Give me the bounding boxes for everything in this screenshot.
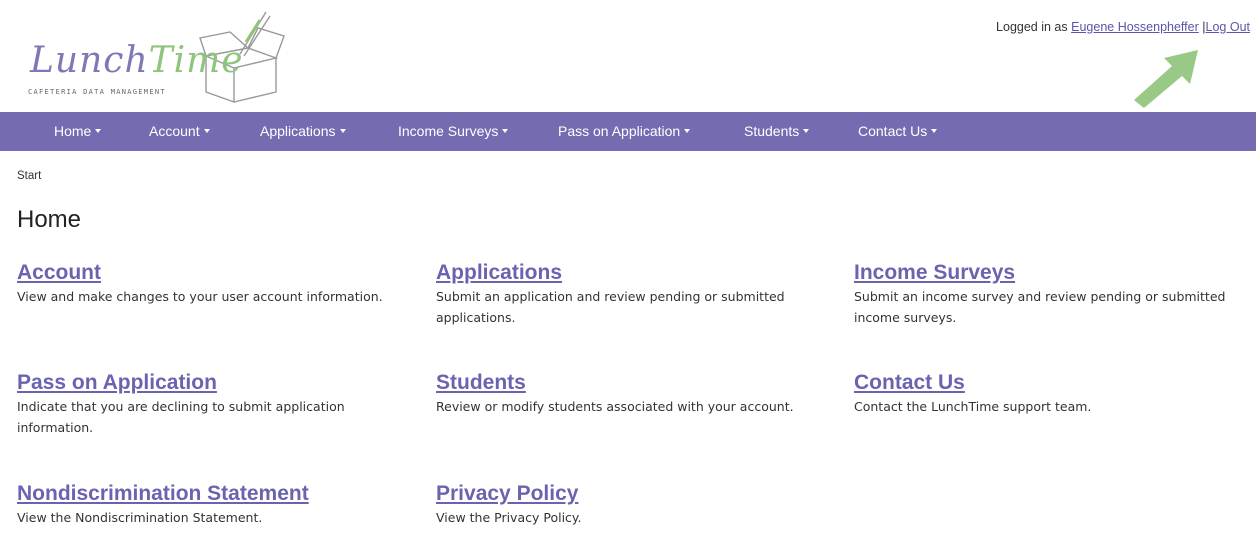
section-contact-us-link[interactable]: Contact Us: [854, 371, 1254, 395]
section-pass-on-application-link[interactable]: Pass on Application: [17, 371, 417, 395]
nav-applications[interactable]: Applications: [260, 112, 346, 151]
login-prefix: Logged in as: [996, 20, 1068, 34]
nav-students[interactable]: Students: [744, 112, 810, 151]
section-students-description: Review or modify students associated wit…: [436, 399, 794, 414]
page-title: Home: [17, 206, 82, 233]
lunchtime-logo[interactable]: LunchTime Cafeteria Data Management: [10, 6, 290, 106]
logo-name-part2: Time: [148, 40, 244, 81]
section-applications-link[interactable]: Applications: [436, 261, 836, 285]
section-account-description: View and make changes to your user accou…: [17, 289, 383, 304]
user-profile-link[interactable]: Eugene Hossenpheffer: [1071, 20, 1199, 34]
section-nondiscrimination-statement-description: View the Nondiscrimination Statement.: [17, 510, 263, 525]
logo-tagline: Cafeteria Data Management: [28, 88, 166, 96]
nav-home[interactable]: Home: [54, 112, 102, 151]
caret-down-icon: [803, 129, 810, 134]
nav-account-label: Account: [149, 123, 200, 139]
section-applications: Applications Submit an application and r…: [436, 261, 836, 328]
nav-account[interactable]: Account: [149, 112, 210, 151]
main-navbar: Home Account Applications Income Surveys…: [0, 112, 1256, 151]
section-nondiscrimination-statement: Nondiscrimination Statement View the Non…: [17, 482, 417, 528]
section-students-link[interactable]: Students: [436, 371, 836, 395]
nav-students-label: Students: [744, 123, 800, 139]
logo-name-part1: Lunch: [30, 40, 149, 81]
nav-income-surveys[interactable]: Income Surveys: [398, 112, 509, 151]
section-contact-us: Contact Us Contact the LunchTime support…: [854, 371, 1254, 417]
section-account-link[interactable]: Account: [17, 261, 417, 285]
section-privacy-policy-description: View the Privacy Policy.: [436, 510, 582, 525]
section-privacy-policy: Privacy Policy View the Privacy Policy.: [436, 482, 836, 528]
caret-down-icon: [684, 129, 691, 134]
caret-down-icon: [339, 129, 346, 134]
section-income-surveys: Income Surveys Submit an income survey a…: [854, 261, 1254, 328]
section-nondiscrimination-statement-link[interactable]: Nondiscrimination Statement: [17, 482, 417, 506]
header: LunchTime Cafeteria Data Management Logg…: [0, 0, 1256, 112]
caret-down-icon: [502, 129, 509, 134]
nav-pass-on-application[interactable]: Pass on Application: [558, 112, 691, 151]
pointer-arrow-icon: [1134, 50, 1198, 108]
section-students: Students Review or modify students assoc…: [436, 371, 836, 417]
nav-income-surveys-label: Income Surveys: [398, 123, 499, 139]
logout-link[interactable]: Log Out: [1206, 20, 1250, 34]
nav-applications-label: Applications: [260, 123, 336, 139]
section-contact-us-description: Contact the LunchTime support team.: [854, 399, 1092, 414]
section-privacy-policy-link[interactable]: Privacy Policy: [436, 482, 836, 506]
section-income-surveys-link[interactable]: Income Surveys: [854, 261, 1254, 285]
caret-down-icon: [95, 129, 102, 134]
section-account: Account View and make changes to your us…: [17, 261, 417, 307]
login-status: Logged in as Eugene Hossenpheffer |Log O…: [996, 20, 1250, 34]
section-applications-description: Submit an application and review pending…: [436, 289, 785, 325]
caret-down-icon: [203, 129, 210, 134]
section-income-surveys-description: Submit an income survey and review pendi…: [854, 289, 1226, 325]
breadcrumb: Start: [17, 170, 42, 182]
nav-contact-us[interactable]: Contact Us: [858, 112, 938, 151]
logo-wordmark: LunchTime: [30, 40, 244, 81]
caret-down-icon: [931, 129, 938, 134]
section-pass-on-application: Pass on Application Indicate that you ar…: [17, 371, 417, 438]
nav-home-label: Home: [54, 123, 92, 139]
nav-pass-on-application-label: Pass on Application: [558, 123, 681, 139]
nav-contact-us-label: Contact Us: [858, 123, 928, 139]
section-pass-on-application-description: Indicate that you are declining to submi…: [17, 399, 345, 435]
